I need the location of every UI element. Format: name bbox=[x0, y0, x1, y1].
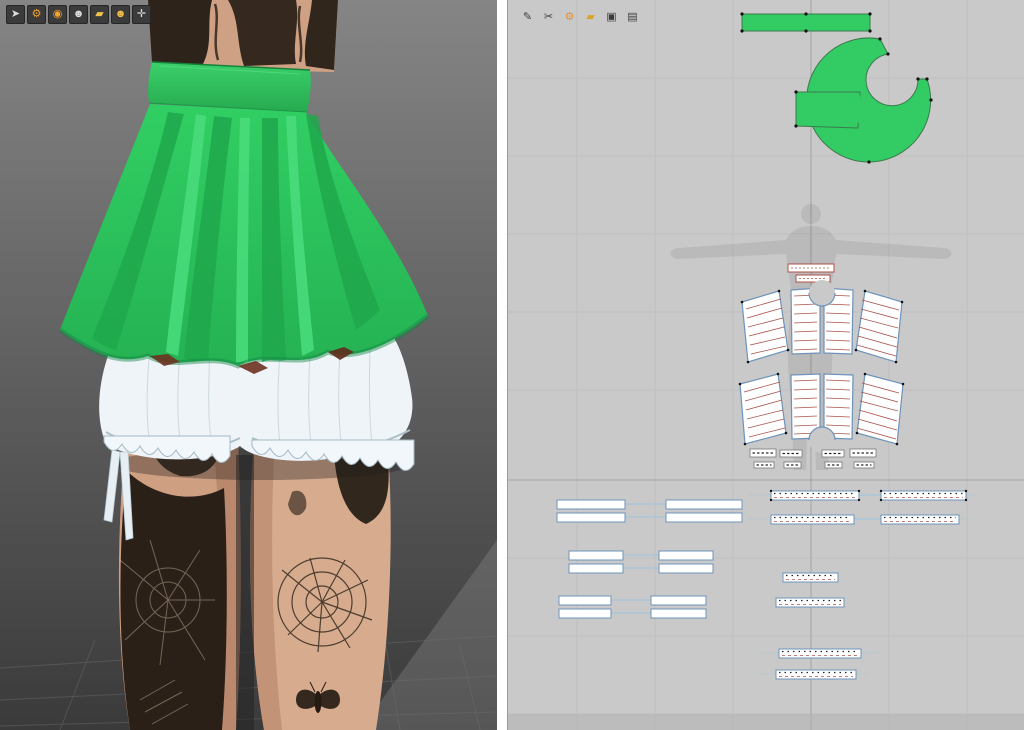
pose-icon[interactable]: ✛ bbox=[132, 5, 151, 24]
3d-toolbar: ➤ ⚙ ◉ ☻ ▰ ☻ ✛ bbox=[6, 5, 151, 24]
pattern-strip[interactable] bbox=[659, 551, 713, 560]
fabric-folder-icon[interactable]: ▰ bbox=[90, 5, 109, 24]
2d-pattern-editor[interactable]: ✎ ✂ ⚙ ▰ ▣ ▤ bbox=[507, 0, 1024, 730]
avatar-pair-icon[interactable]: ☻ bbox=[111, 5, 130, 24]
pattern-strip[interactable] bbox=[651, 609, 706, 618]
export-icon[interactable]: ▤ bbox=[623, 8, 642, 27]
pattern-strip[interactable] bbox=[771, 515, 854, 524]
pattern-strip[interactable] bbox=[559, 596, 611, 605]
pattern-strip[interactable] bbox=[881, 515, 959, 524]
pattern-strip[interactable] bbox=[651, 596, 706, 605]
pattern-strip[interactable] bbox=[776, 670, 856, 679]
pattern-strip[interactable] bbox=[557, 500, 625, 509]
avatar-icon[interactable]: ☻ bbox=[69, 5, 88, 24]
panel-splitter[interactable] bbox=[497, 0, 507, 730]
skirt-waistband[interactable] bbox=[148, 62, 311, 112]
pattern-strip[interactable] bbox=[779, 649, 861, 658]
scissors-icon[interactable]: ✂ bbox=[539, 8, 558, 27]
pattern-strip[interactable] bbox=[569, 551, 623, 560]
pattern-box-icon[interactable]: ▣ bbox=[602, 8, 621, 27]
pattern-strip[interactable] bbox=[569, 564, 623, 573]
gear-icon[interactable]: ⚙ bbox=[27, 5, 46, 24]
pattern-strip[interactable] bbox=[771, 491, 859, 500]
pen-tool-icon[interactable]: ✎ bbox=[518, 8, 537, 27]
pattern-strip[interactable] bbox=[776, 598, 844, 607]
app-window: ➤ ⚙ ◉ ☻ ▰ ☻ ✛ bbox=[0, 0, 1024, 730]
pin-icon[interactable]: ◉ bbox=[48, 5, 67, 24]
avatar-torso bbox=[148, 0, 338, 72]
pattern-strip[interactable] bbox=[557, 513, 625, 522]
pattern-strip[interactable] bbox=[666, 500, 742, 509]
pattern-strip[interactable] bbox=[666, 513, 742, 522]
between-legs-shadow bbox=[236, 455, 254, 730]
fabric-folder-icon[interactable]: ▰ bbox=[581, 8, 600, 27]
select-cursor-icon[interactable]: ➤ bbox=[6, 5, 25, 24]
pattern-piece[interactable] bbox=[857, 374, 903, 444]
3d-viewport[interactable]: ➤ ⚙ ◉ ☻ ▰ ☻ ✛ bbox=[0, 0, 497, 730]
pattern-strip[interactable] bbox=[783, 573, 838, 582]
waistband-pattern-piece[interactable] bbox=[740, 12, 871, 32]
pattern-strip[interactable] bbox=[659, 564, 713, 573]
3d-scene bbox=[0, 0, 497, 730]
gear-icon[interactable]: ⚙ bbox=[560, 8, 579, 27]
2d-pattern-canvas bbox=[508, 0, 1024, 730]
pattern-strip[interactable] bbox=[559, 609, 611, 618]
pattern-strip[interactable] bbox=[881, 491, 966, 500]
2d-toolbar: ✎ ✂ ⚙ ▰ ▣ ▤ bbox=[518, 8, 642, 27]
